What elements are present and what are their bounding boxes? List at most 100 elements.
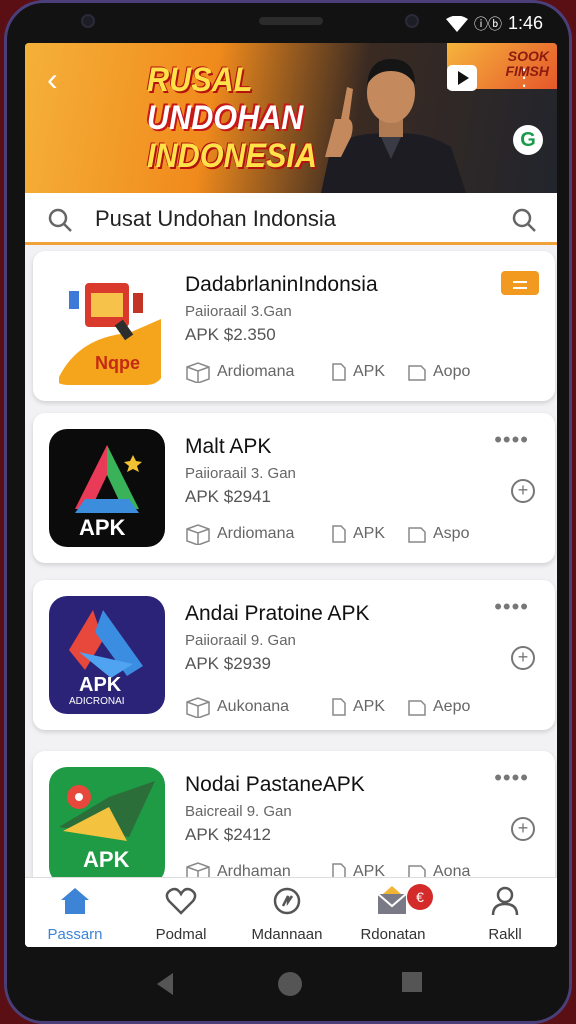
app-icon-text: APK bbox=[79, 674, 122, 696]
search-input[interactable]: Pusat Undohan Indonsia bbox=[95, 206, 336, 232]
tag-category-label: Aukonana bbox=[217, 698, 290, 715]
back-triangle-icon[interactable] bbox=[155, 971, 175, 997]
nav-item-favorites[interactable]: Podmal bbox=[131, 886, 231, 943]
banner-title-line3: INDONESIA bbox=[147, 137, 318, 175]
status-time: 1:46 bbox=[507, 13, 543, 33]
recents-square-icon[interactable] bbox=[401, 971, 423, 993]
search-icon[interactable] bbox=[511, 207, 537, 233]
app-icon: APK bbox=[49, 767, 165, 885]
tag-extra-label: Aepo bbox=[433, 698, 471, 715]
add-icon[interactable]: + bbox=[511, 817, 535, 841]
box-icon bbox=[186, 362, 210, 383]
tag-type: APK bbox=[331, 696, 407, 718]
mail-icon bbox=[377, 886, 407, 914]
app-tags: Ardiomana APK Aspo bbox=[185, 523, 469, 545]
front-camera bbox=[405, 14, 419, 28]
add-icon[interactable]: + bbox=[511, 479, 535, 503]
header-banner: ‹ RUSAL UNDOHAN INDONESIA SOOK FIMSH · · ·… bbox=[25, 43, 557, 193]
search-bar[interactable]: Pusat Undohan Indonsia bbox=[25, 193, 557, 245]
sticker-line1: SOOK bbox=[507, 48, 549, 64]
file-icon bbox=[332, 525, 346, 543]
tag-type-label: APK bbox=[353, 525, 386, 542]
nav-item-downloads[interactable]: Mdannaan bbox=[237, 886, 337, 943]
back-arrow-icon[interactable]: ‹ bbox=[47, 61, 58, 98]
app-icon-subtext: ADICRONAI bbox=[69, 696, 125, 707]
notification-badge: € bbox=[407, 884, 433, 910]
nav-item-messages[interactable]: € Rdonatan bbox=[343, 884, 443, 943]
home-icon bbox=[61, 888, 89, 914]
tag-type: APK bbox=[331, 523, 407, 545]
nav-label: Passarn bbox=[47, 926, 103, 943]
more-horizontal-icon[interactable]: •••• bbox=[494, 596, 529, 618]
app-name: Andai Pratoine APK bbox=[185, 602, 370, 625]
app-icon-text: APK bbox=[83, 847, 130, 872]
app-name: DadabrlaninIndonsia bbox=[185, 273, 378, 296]
app-price: APK $2941 bbox=[185, 487, 272, 506]
tag-category: Aukonana bbox=[185, 696, 331, 718]
tag-category: Ardiomana bbox=[185, 361, 331, 383]
app-name: Nodai PastaneAPK bbox=[185, 773, 365, 796]
menu-button[interactable] bbox=[501, 271, 539, 295]
tag-type: APK bbox=[331, 361, 407, 383]
tag-extra: Aopo bbox=[407, 361, 470, 383]
nav-item-home[interactable]: Passarn bbox=[25, 886, 125, 943]
app-price: APK $2412 bbox=[185, 825, 272, 844]
g-badge: G bbox=[513, 125, 543, 155]
file-icon bbox=[332, 698, 346, 716]
app-tags: Aukonana APK Aepo bbox=[185, 696, 470, 718]
nav-label: Rdonatan bbox=[360, 926, 426, 943]
app-price: APK $2939 bbox=[185, 654, 272, 673]
tag-category: Ardiomana bbox=[185, 523, 331, 545]
user-icon bbox=[491, 886, 519, 916]
app-price: APK $2.350 bbox=[185, 325, 276, 344]
app-card[interactable]: Nqpe DadabrlaninIndonsia Paiioraail 3.Ga… bbox=[33, 251, 555, 401]
search-icon[interactable] bbox=[47, 207, 73, 233]
app-card[interactable]: APK Malt APK Paiioraail 3. Gan APK $2941… bbox=[33, 413, 555, 563]
app-icon-text: Nqpe bbox=[95, 353, 140, 373]
earpiece bbox=[259, 17, 323, 25]
home-circle-icon[interactable] bbox=[277, 971, 303, 997]
more-vertical-icon[interactable]: · · · bbox=[519, 58, 529, 96]
more-horizontal-icon[interactable]: •••• bbox=[494, 767, 529, 789]
battery-icon: ⓘⓑ bbox=[473, 15, 502, 32]
folder-icon bbox=[408, 365, 426, 381]
add-icon[interactable]: + bbox=[511, 646, 535, 670]
phone-frame: ⓘⓑ 1:46 ‹ RUSAL UNDOHAN INDONESIA SOOK F… bbox=[4, 0, 572, 1024]
tag-extra-label: Aspo bbox=[433, 525, 470, 542]
tag-extra: Aepo bbox=[407, 696, 470, 718]
status-bar: ⓘⓑ 1:46 bbox=[7, 3, 569, 43]
more-horizontal-icon[interactable]: •••• bbox=[494, 429, 529, 451]
tag-type-label: APK bbox=[353, 698, 386, 715]
nav-label: Rakll bbox=[488, 926, 522, 943]
app-subtitle: Paiioraail 9. Gan bbox=[185, 632, 296, 649]
tag-category-label: Ardiomana bbox=[217, 363, 295, 380]
tag-extra: Aspo bbox=[407, 523, 469, 545]
sensor-dot bbox=[81, 14, 95, 28]
status-icons: ⓘⓑ 1:46 bbox=[445, 13, 543, 34]
app-card[interactable]: APK ADICRONAI Andai Pratoine APK Paiiora… bbox=[33, 580, 555, 730]
system-nav-bar bbox=[7, 947, 569, 1021]
nav-label: Mdannaan bbox=[251, 926, 323, 943]
folder-icon bbox=[408, 700, 426, 716]
no-signal-icon bbox=[273, 887, 301, 915]
banner-title: RUSAL UNDOHAN INDONESIA bbox=[147, 61, 317, 175]
app-icon: APK ADICRONAI bbox=[49, 596, 165, 714]
bottom-nav: Passarn Podmal Mdannaan € Rdonatan Rakll bbox=[25, 877, 557, 947]
nav-item-profile[interactable]: Rakll bbox=[455, 886, 555, 943]
nav-label: Podmal bbox=[155, 926, 207, 943]
file-icon bbox=[332, 363, 346, 381]
box-icon bbox=[186, 697, 210, 718]
wifi-icon bbox=[445, 15, 468, 32]
app-icon-text: APK bbox=[79, 515, 126, 540]
app-subtitle: Baicreail 9. Gan bbox=[185, 803, 292, 820]
app-icon: Nqpe bbox=[49, 267, 165, 385]
play-icon[interactable] bbox=[447, 65, 477, 91]
app-name: Malt APK bbox=[185, 435, 272, 458]
tag-extra-label: Aopo bbox=[433, 363, 471, 380]
app-icon: APK bbox=[49, 429, 165, 547]
folder-icon bbox=[408, 527, 426, 543]
app-subtitle: Paiioraail 3. Gan bbox=[185, 465, 296, 482]
tag-type-label: APK bbox=[353, 363, 386, 380]
box-icon bbox=[186, 524, 210, 545]
app-tags: Ardiomana APK Aopo bbox=[185, 361, 470, 383]
